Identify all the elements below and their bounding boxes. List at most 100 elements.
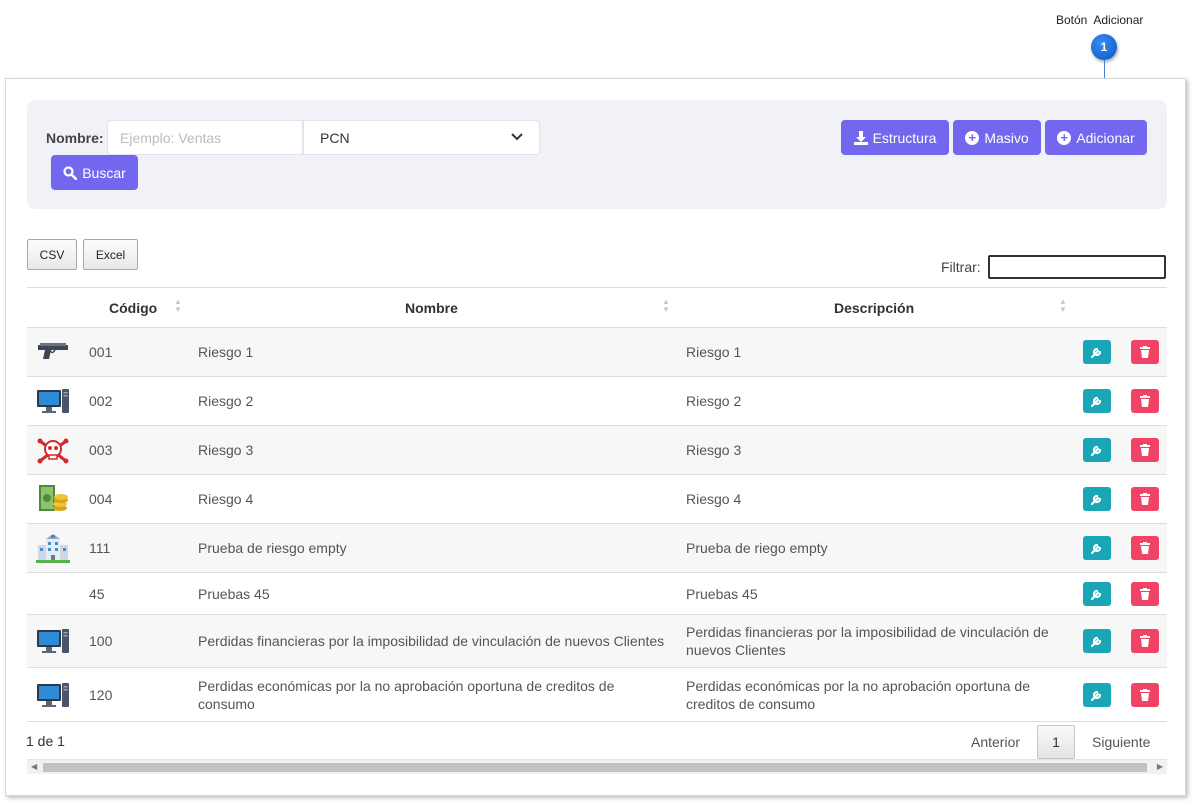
callout-badge: 1 [1091, 34, 1117, 60]
trash-icon [1140, 587, 1150, 600]
download-icon [853, 130, 868, 145]
cell-nombre: Riesgo 4 [198, 491, 254, 507]
cell-codigo: 003 [89, 442, 113, 458]
skull-crossbones-icon [36, 435, 70, 465]
trash-icon [1140, 444, 1150, 456]
table-row: 001 Riesgo 1 Riesgo 1 [27, 328, 1167, 377]
chevron-down-icon [511, 132, 523, 144]
masivo-button[interactable]: + Masivo [953, 120, 1041, 155]
money-coins-icon [36, 484, 70, 514]
edit-button[interactable] [1083, 340, 1111, 364]
pagination-page[interactable]: 1 [1037, 725, 1075, 759]
trash-icon [1140, 346, 1150, 358]
main-panel: Nombre: PCN Estructura + Masivo + Adi [5, 78, 1186, 796]
wrench-icon [1091, 690, 1102, 701]
cell-descripcion: Prueba de riego empty [686, 540, 828, 556]
table-row: 004 Riesgo 4 Riesgo 4 [27, 475, 1167, 524]
scroll-right-icon[interactable]: ▶ [1157, 762, 1163, 771]
cell-descripcion: Riesgo 3 [686, 442, 742, 458]
edit-button[interactable] [1083, 536, 1111, 560]
wrench-icon [1091, 543, 1102, 554]
pagination-next[interactable]: Siguiente [1092, 734, 1150, 750]
horizontal-scrollbar[interactable]: ◀ ▶ [27, 759, 1167, 774]
header-descripcion[interactable]: Descripción [834, 300, 914, 316]
adicionar-label: Adicionar [1076, 129, 1135, 146]
excel-button[interactable]: Excel [83, 239, 138, 270]
cell-nombre: Perdidas financieras por la imposibilida… [198, 633, 665, 649]
filter-box: Nombre: PCN Estructura + Masivo + Adi [27, 100, 1167, 209]
cell-codigo: 120 [89, 686, 113, 703]
delete-button[interactable] [1131, 340, 1159, 364]
csv-button[interactable]: CSV [27, 239, 77, 270]
cell-codigo: 45 [89, 585, 105, 602]
table-row: 120 Perdidas económicas por la no aproba… [27, 668, 1167, 722]
delete-button[interactable] [1131, 629, 1159, 653]
wrench-icon [1091, 347, 1102, 358]
filtrar-input[interactable] [988, 255, 1166, 279]
sort-icon[interactable]: ▲ ▼ [174, 298, 182, 314]
cell-codigo: 111 [89, 540, 111, 556]
table-header: Código ▲ ▼ Nombre ▲ ▼ Descripción ▲ ▼ [27, 288, 1167, 328]
computer-icon [36, 386, 70, 416]
sort-icon[interactable]: ▲ ▼ [1059, 298, 1067, 314]
header-codigo[interactable]: Código [109, 300, 157, 316]
cell-nombre: Riesgo 3 [198, 442, 254, 458]
delete-button[interactable] [1131, 682, 1159, 707]
filtrar-label: Filtrar: [941, 259, 981, 275]
table-info: 1 de 1 [26, 733, 65, 749]
search-icon [63, 165, 78, 180]
delete-button[interactable] [1131, 438, 1159, 462]
edit-button[interactable] [1083, 389, 1111, 413]
cell-descripcion: Riesgo 1 [686, 344, 742, 360]
estructura-button[interactable]: Estructura [841, 120, 949, 155]
pagination-prev[interactable]: Anterior [971, 734, 1020, 750]
sort-icon[interactable]: ▲ ▼ [662, 298, 670, 314]
computer-icon [36, 680, 70, 710]
edit-button[interactable] [1083, 581, 1111, 606]
cell-descripcion: Pruebas 45 [686, 585, 758, 602]
page-root: Botón Adicionar 1 Nombre: PCN Estructura… [0, 0, 1195, 805]
wrench-icon [1091, 445, 1102, 456]
trash-icon [1140, 395, 1150, 407]
risk-table: Código ▲ ▼ Nombre ▲ ▼ Descripción ▲ ▼ 001 R… [27, 287, 1167, 722]
trash-icon [1140, 493, 1150, 505]
cell-descripcion: Perdidas económicas por la no aprobación… [686, 677, 1031, 712]
plus-circle-icon: + [1057, 130, 1072, 145]
header-nombre[interactable]: Nombre [405, 300, 458, 316]
delete-button[interactable] [1131, 487, 1159, 511]
cell-codigo: 004 [89, 491, 113, 507]
delete-button[interactable] [1131, 389, 1159, 413]
trash-icon [1140, 688, 1150, 701]
nombre-input[interactable] [107, 120, 303, 155]
table-row: 002 Riesgo 2 Riesgo 2 [27, 377, 1167, 426]
scrollbar-thumb[interactable] [43, 763, 1147, 772]
table-row: 111 Prueba de riesgo empty Prueba de rie… [27, 524, 1167, 573]
scroll-left-icon[interactable]: ◀ [31, 762, 37, 771]
wrench-icon [1091, 589, 1102, 600]
delete-button[interactable] [1131, 536, 1159, 560]
adicionar-button[interactable]: + Adicionar [1045, 120, 1147, 155]
edit-button[interactable] [1083, 438, 1111, 462]
cell-codigo: 002 [89, 393, 113, 409]
category-select[interactable]: PCN [303, 120, 540, 155]
edit-button[interactable] [1083, 629, 1111, 653]
table-row: 100 Perdidas financieras por la imposibi… [27, 615, 1167, 668]
trash-icon [1140, 542, 1150, 554]
wrench-icon [1091, 494, 1102, 505]
computer-icon [36, 626, 70, 656]
table-row: 45 Pruebas 45 Pruebas 45 [27, 573, 1167, 615]
estructura-label: Estructura [872, 129, 937, 146]
cell-codigo: 100 [89, 633, 113, 649]
plus-circle-icon: + [965, 130, 980, 145]
category-select-value: PCN [320, 129, 350, 146]
delete-button[interactable] [1131, 581, 1159, 606]
cell-codigo: 001 [89, 344, 113, 360]
table-row: 003 Riesgo 3 Riesgo 3 [27, 426, 1167, 475]
wrench-icon [1091, 396, 1102, 407]
cell-descripcion: Riesgo 4 [686, 491, 742, 507]
buscar-button[interactable]: Buscar [51, 155, 138, 190]
cell-descripcion: Perdidas financieras por la imposibilida… [686, 624, 1049, 658]
nombre-label: Nombre: [46, 130, 104, 146]
edit-button[interactable] [1083, 682, 1111, 707]
edit-button[interactable] [1083, 487, 1111, 511]
